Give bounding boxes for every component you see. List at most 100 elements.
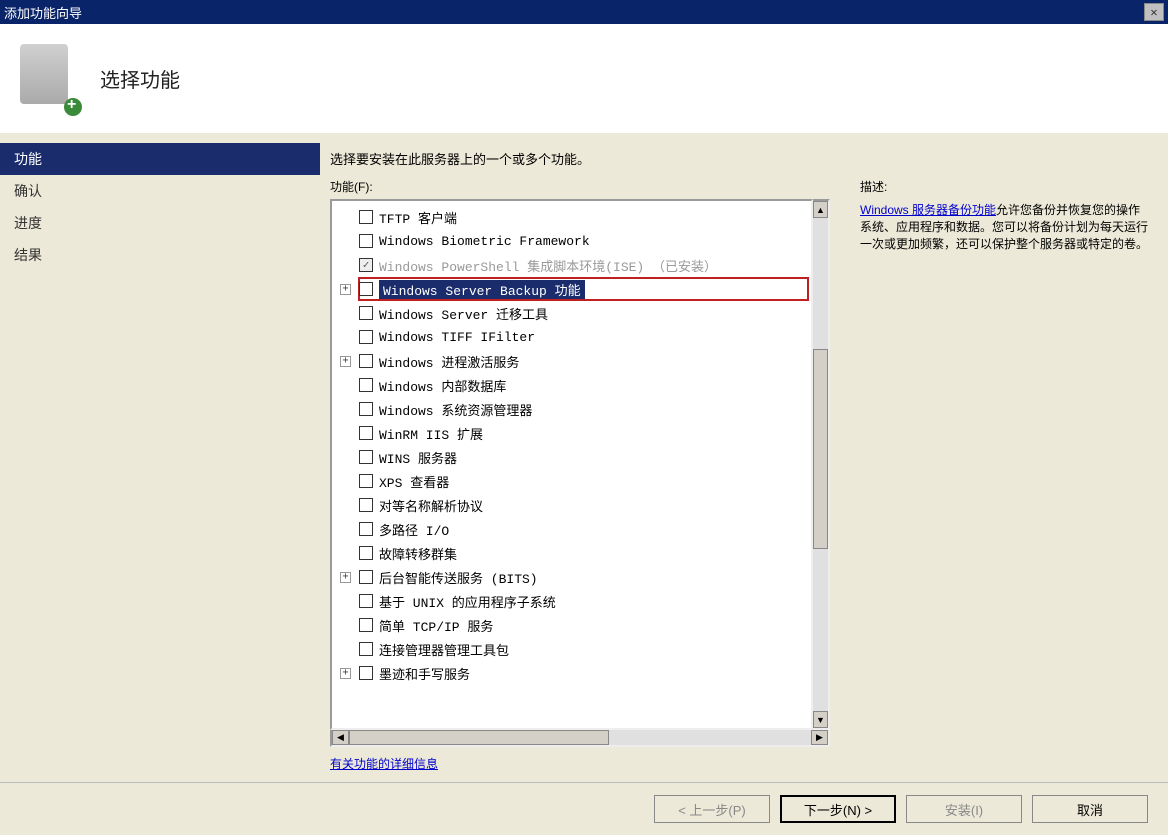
feature-checkbox[interactable] xyxy=(359,666,373,680)
feature-label: XPS 查看器 xyxy=(379,472,449,491)
feature-checkbox[interactable] xyxy=(359,282,373,296)
tree-row[interactable]: +Windows Server Backup 功能 xyxy=(358,277,809,301)
feature-checkbox[interactable] xyxy=(359,234,373,248)
scroll-thumb[interactable] xyxy=(813,349,828,549)
feature-checkbox[interactable] xyxy=(359,594,373,608)
tree-row[interactable]: 简单 TCP/IP 服务 xyxy=(334,613,809,637)
feature-label: 故障转移群集 xyxy=(379,544,457,563)
feature-label: Windows Server 迁移工具 xyxy=(379,304,548,323)
wizard-icon xyxy=(20,44,80,114)
feature-checkbox[interactable] xyxy=(359,378,373,392)
description-link[interactable]: Windows 服务器备份功能 xyxy=(860,203,996,217)
expand-spacer xyxy=(340,596,351,607)
tree-row[interactable]: 连接管理器管理工具包 xyxy=(334,637,809,661)
tree-row[interactable]: TFTP 客户端 xyxy=(334,205,809,229)
feature-checkbox[interactable] xyxy=(359,474,373,488)
tree-row[interactable]: WinRM IIS 扩展 xyxy=(334,421,809,445)
expand-spacer xyxy=(340,404,351,415)
expand-spacer xyxy=(340,212,351,223)
expand-spacer xyxy=(340,236,351,247)
feature-label: 后台智能传送服务 (BITS) xyxy=(379,568,538,587)
tree-row[interactable]: Windows PowerShell 集成脚本环境(ISE) （已安装） xyxy=(334,253,809,277)
feature-checkbox[interactable] xyxy=(359,570,373,584)
expand-icon[interactable]: + xyxy=(340,356,351,367)
feature-checkbox[interactable] xyxy=(359,210,373,224)
expand-spacer xyxy=(340,620,351,631)
titlebar: 添加功能向导 ✕ xyxy=(0,0,1168,24)
tree-row[interactable]: Windows 内部数据库 xyxy=(334,373,809,397)
tree-row[interactable]: +Windows 进程激活服务 xyxy=(334,349,809,373)
expand-spacer xyxy=(340,476,351,487)
expand-spacer xyxy=(340,332,351,343)
next-button[interactable]: 下一步(N) > xyxy=(780,795,896,823)
step-progress[interactable]: 进度 xyxy=(0,207,320,239)
expand-icon[interactable]: + xyxy=(340,668,351,679)
wizard-steps-sidebar: 功能 确认 进度 结果 xyxy=(0,133,320,782)
feature-checkbox xyxy=(359,258,373,272)
tree-row[interactable]: 基于 UNIX 的应用程序子系统 xyxy=(334,589,809,613)
feature-label: Windows PowerShell 集成脚本环境(ISE) （已安装） xyxy=(379,256,717,275)
detail-link[interactable]: 有关功能的详细信息 xyxy=(330,755,830,772)
expand-icon[interactable]: + xyxy=(340,284,351,295)
feature-checkbox[interactable] xyxy=(359,402,373,416)
tree-row[interactable]: Windows Server 迁移工具 xyxy=(334,301,809,325)
tree-row[interactable]: Windows 系统资源管理器 xyxy=(334,397,809,421)
page-title: 选择功能 xyxy=(100,64,180,93)
window-title: 添加功能向导 xyxy=(4,3,1144,22)
scroll-down-icon[interactable]: ▼ xyxy=(813,711,828,728)
expand-spacer xyxy=(340,308,351,319)
hscroll-thumb[interactable] xyxy=(349,730,609,745)
scroll-right-icon[interactable]: ▶ xyxy=(811,730,828,745)
feature-checkbox[interactable] xyxy=(359,546,373,560)
tree-row[interactable]: 多路径 I/O xyxy=(334,517,809,541)
description-text: Windows 服务器备份功能允许您备份并恢复您的操作系统、应用程序和数据。您可… xyxy=(860,201,1148,252)
install-button[interactable]: 安装(I) xyxy=(906,795,1022,823)
feature-checkbox[interactable] xyxy=(359,330,373,344)
feature-label: 简单 TCP/IP 服务 xyxy=(379,616,493,635)
feature-checkbox[interactable] xyxy=(359,354,373,368)
feature-label: Windows 内部数据库 xyxy=(379,376,506,395)
tree-row[interactable]: 故障转移群集 xyxy=(334,541,809,565)
expand-spacer xyxy=(340,452,351,463)
feature-checkbox[interactable] xyxy=(359,642,373,656)
wizard-header: 选择功能 xyxy=(0,24,1168,133)
tree-row[interactable]: Windows Biometric Framework xyxy=(334,229,809,253)
step-features[interactable]: 功能 xyxy=(0,143,320,175)
prompt-text: 选择要安装在此服务器上的一个或多个功能。 xyxy=(330,149,1148,168)
expand-spacer xyxy=(340,644,351,655)
feature-label: Windows Server Backup 功能 xyxy=(379,280,585,299)
scroll-up-icon[interactable]: ▲ xyxy=(813,201,828,218)
button-bar: < 上一步(P) 下一步(N) > 安装(I) 取消 xyxy=(0,782,1168,835)
feature-checkbox[interactable] xyxy=(359,618,373,632)
horizontal-scrollbar[interactable]: ◀ ▶ xyxy=(330,730,830,747)
feature-label: 多路径 I/O xyxy=(379,520,449,539)
expand-spacer xyxy=(340,428,351,439)
scroll-left-icon[interactable]: ◀ xyxy=(332,730,349,745)
expand-icon[interactable]: + xyxy=(340,572,351,583)
feature-label: TFTP 客户端 xyxy=(379,208,457,227)
tree-row[interactable]: 对等名称解析协议 xyxy=(334,493,809,517)
close-button[interactable]: ✕ xyxy=(1144,3,1164,21)
tree-row[interactable]: XPS 查看器 xyxy=(334,469,809,493)
features-tree[interactable]: TFTP 客户端 Windows Biometric Framework Windo… xyxy=(330,199,813,730)
feature-checkbox[interactable] xyxy=(359,498,373,512)
feature-label: 基于 UNIX 的应用程序子系统 xyxy=(379,592,556,611)
tree-row[interactable]: Windows TIFF IFilter xyxy=(334,325,809,349)
feature-checkbox[interactable] xyxy=(359,450,373,464)
expand-spacer xyxy=(340,500,351,511)
step-results[interactable]: 结果 xyxy=(0,239,320,271)
prev-button[interactable]: < 上一步(P) xyxy=(654,795,770,823)
feature-checkbox[interactable] xyxy=(359,522,373,536)
feature-label: WinRM IIS 扩展 xyxy=(379,424,483,443)
feature-checkbox[interactable] xyxy=(359,426,373,440)
tree-row[interactable]: + 后台智能传送服务 (BITS) xyxy=(334,565,809,589)
cancel-button[interactable]: 取消 xyxy=(1032,795,1148,823)
step-confirm[interactable]: 确认 xyxy=(0,175,320,207)
vertical-scrollbar[interactable]: ▲ ▼ xyxy=(813,199,830,730)
feature-label: WINS 服务器 xyxy=(379,448,457,467)
tree-row[interactable]: +墨迹和手写服务 xyxy=(334,661,809,685)
tree-row[interactable]: WINS 服务器 xyxy=(334,445,809,469)
feature-label: Windows 系统资源管理器 xyxy=(379,400,532,419)
expand-spacer xyxy=(340,548,351,559)
feature-checkbox[interactable] xyxy=(359,306,373,320)
